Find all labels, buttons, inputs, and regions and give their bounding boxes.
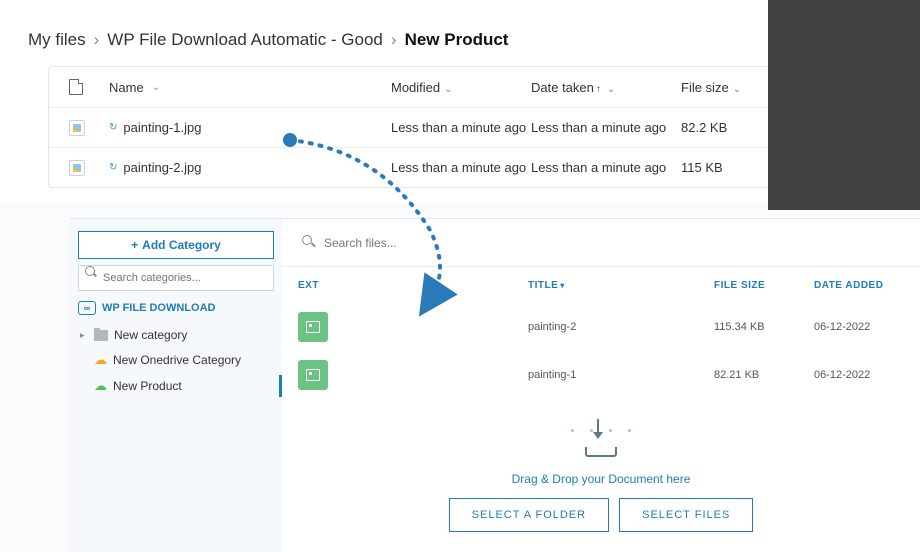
column-header-title[interactable]: TITLE▾ [528,280,714,291]
cell-title: painting-1 [528,369,714,381]
brand-icon: ∞ [78,301,96,315]
upload-icon [571,419,631,459]
tree-item-label: New Onedrive Category [113,353,241,367]
chevron-right-icon: › [391,30,397,50]
cell-modified: Less than a minute ago [391,120,531,135]
chevron-down-icon: ⌄ [733,84,741,95]
table-header-row: EXT TITLE▾ FILE SIZE DATE ADDED [282,267,920,303]
add-category-button[interactable]: +Add Category [78,231,274,259]
category-tree: ▸ New category ☁ New Onedrive Category ☁… [78,323,274,399]
jpg-badge-icon [298,360,328,390]
cell-size: 82.21 KB [714,369,814,381]
file-name: painting-1.jpg [123,120,201,135]
image-thumbnail-icon [69,120,85,136]
chevron-down-icon: ⌄ [444,84,452,95]
breadcrumb-seg-current: New Product [405,30,509,50]
table-header-row: Name⌄ Modified⌄ Date taken↑⌄ File size⌄ [49,67,791,107]
category-sidebar: +Add Category ∞ WP FILE DOWNLOAD ▸ New c… [70,219,282,552]
search-icon [302,235,312,245]
table-row[interactable]: painting-2 115.34 KB 06-12-2022 [282,303,920,351]
expand-icon[interactable]: ▸ [80,330,88,341]
sync-icon: ↻ [109,122,117,133]
jpg-badge-icon [298,312,328,342]
tree-item-onedrive[interactable]: ☁ New Onedrive Category [78,347,274,373]
breadcrumb-seg-myfiles[interactable]: My files [28,30,86,50]
cell-date: 06-12-2022 [814,321,904,333]
cell-date-taken: Less than a minute ago [531,120,681,135]
column-header-date-taken[interactable]: Date taken↑⌄ [531,80,681,95]
cell-modified: Less than a minute ago [391,160,531,175]
column-header-date[interactable]: DATE ADDED [814,280,904,291]
cell-title: painting-2 [528,321,714,333]
cell-size: 115 KB [681,160,771,175]
breadcrumb-seg-folder[interactable]: WP File Download Automatic - Good [107,30,383,50]
search-categories-input[interactable] [78,265,274,291]
chevron-down-icon: ⌄ [152,82,160,93]
file-icon [69,79,83,95]
column-header-size[interactable]: FILE SIZE [714,280,814,291]
plus-icon: + [131,238,138,252]
file-main-panel: EXT TITLE▾ FILE SIZE DATE ADDED painting… [282,219,920,552]
breadcrumb: My files › WP File Download Automatic - … [28,30,892,50]
column-header-modified[interactable]: Modified⌄ [391,80,531,95]
chevron-down-icon: ⌄ [607,84,615,95]
chevron-right-icon: › [94,30,100,50]
folder-icon [94,330,108,341]
cell-date-taken: Less than a minute ago [531,160,681,175]
cell-size: 82.2 KB [681,120,771,135]
table-row[interactable]: ↻ painting-2.jpg Less than a minute ago L… [49,147,791,187]
cell-size: 115.34 KB [714,321,814,333]
brand-label: ∞ WP FILE DOWNLOAD [78,301,274,315]
image-thumbnail-icon [69,160,85,176]
column-header-name[interactable]: Name⌄ [109,80,391,95]
column-header-ext[interactable]: EXT [298,280,528,291]
drop-zone[interactable]: Drag & Drop your Document here SELECT A … [282,409,920,552]
tree-item-label: New category [114,328,187,342]
search-files-input[interactable] [298,229,904,257]
tree-item-new-category[interactable]: ▸ New category [78,323,274,347]
sort-ascending-icon: ↑ [596,84,601,95]
cloud-icon: ☁ [94,352,107,368]
sync-icon: ↻ [109,162,117,173]
file-name: painting-2.jpg [123,160,201,175]
wp-file-table: EXT TITLE▾ FILE SIZE DATE ADDED painting… [282,267,920,409]
cloud-icon: ☁ [94,378,107,394]
select-files-button[interactable]: SELECT FILES [619,498,753,532]
drop-zone-text: Drag & Drop your Document here [302,472,900,486]
cell-date: 06-12-2022 [814,369,904,381]
tree-item-label: New Product [113,379,182,393]
table-row[interactable]: painting-1 82.21 KB 06-12-2022 [282,351,920,399]
sort-icon: ▾ [560,281,565,290]
table-row[interactable]: ↻ painting-1.jpg Less than a minute ago L… [49,107,791,147]
column-header-file-size[interactable]: File size⌄ [681,80,771,95]
select-folder-button[interactable]: SELECT A FOLDER [449,498,609,532]
dark-side-panel [768,0,920,210]
onedrive-file-table: Name⌄ Modified⌄ Date taken↑⌄ File size⌄ … [48,66,792,188]
tree-item-new-product[interactable]: ☁ New Product [78,373,274,399]
